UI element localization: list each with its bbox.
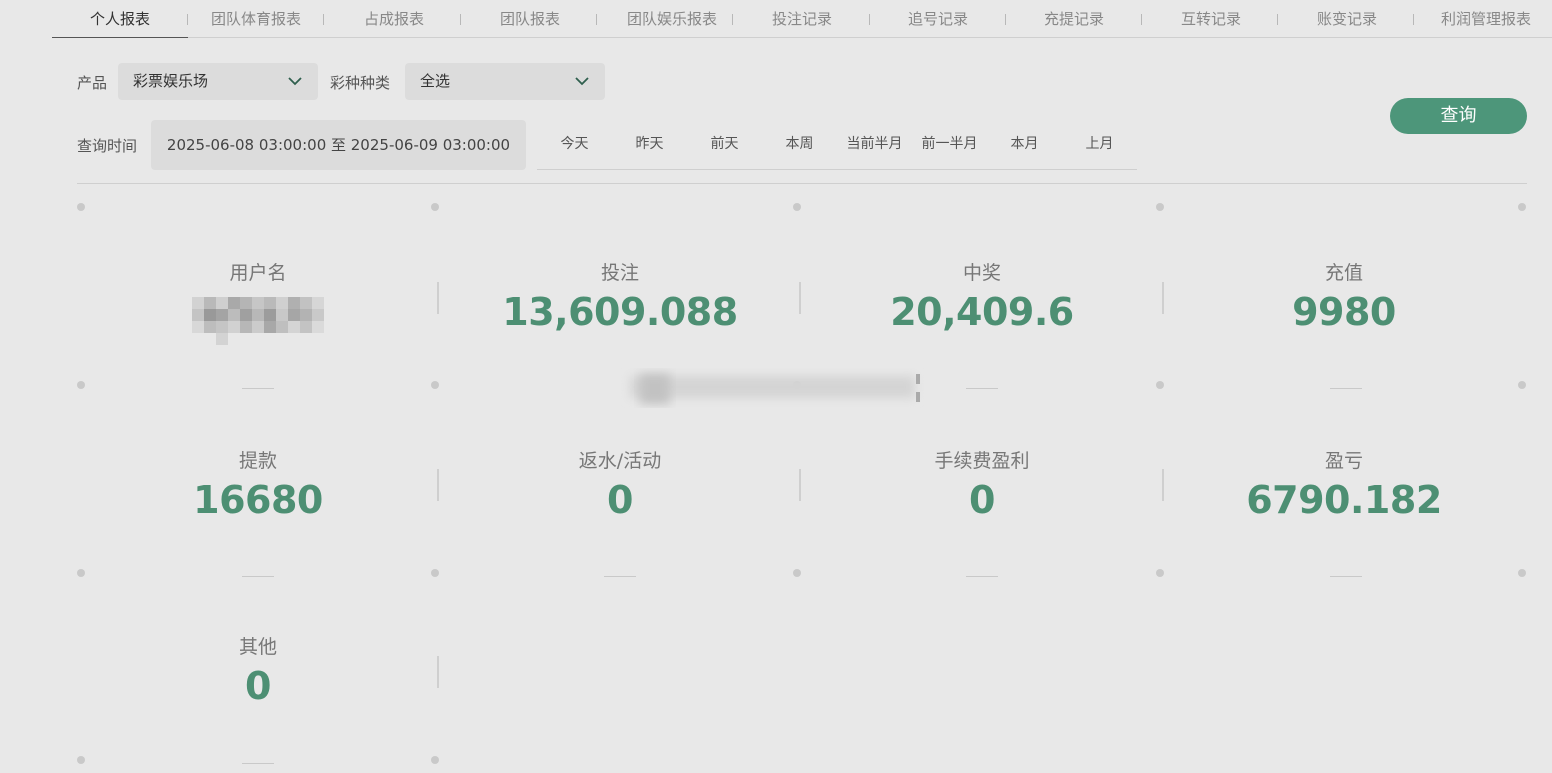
tab-personal-report[interactable]: 个人报表	[52, 0, 188, 38]
username-label: 用户名	[229, 262, 287, 284]
tab-separator	[1277, 14, 1278, 25]
pnl-value: 6790.182	[1246, 478, 1442, 522]
other-value: 0	[245, 664, 271, 708]
pnl-label: 盈亏	[1324, 450, 1363, 472]
lottery-type-select-value: 全选	[420, 72, 451, 90]
quick-range-previous-half-month[interactable]: 前一半月	[912, 120, 987, 169]
lottery-type-label: 彩种种类	[330, 74, 391, 92]
other-label: 其他	[238, 636, 277, 658]
grid-dot	[1518, 381, 1526, 389]
quick-range-this-week[interactable]: 本周	[762, 120, 837, 169]
cell-dash	[966, 388, 998, 389]
deposit-label: 充值	[1324, 262, 1363, 284]
grid-dot	[1518, 203, 1526, 211]
username-redacted	[192, 297, 325, 345]
tab-separator	[1413, 14, 1414, 25]
fee-profit-value: 0	[969, 478, 995, 522]
report-tabs: 个人报表 团队体育报表 占成报表 团队报表 团队娱乐报表 投注记录 追号记录 充…	[52, 0, 1552, 38]
cell-dash	[242, 576, 274, 577]
quick-range-day-before[interactable]: 前天	[687, 120, 762, 169]
cell-dash	[242, 388, 274, 389]
fee-profit-label: 手续费盈利	[934, 450, 1030, 472]
tab-separator	[869, 14, 870, 25]
tab-chase-records[interactable]: 追号记录	[888, 0, 988, 38]
quick-range-today[interactable]: 今天	[537, 120, 612, 169]
quick-range-current-half-month[interactable]: 当前半月	[837, 120, 912, 169]
grid-dot	[1518, 569, 1526, 577]
product-label: 产品	[77, 74, 108, 92]
tab-separator	[1141, 14, 1142, 25]
grid-dot	[431, 756, 439, 764]
lottery-type-select[interactable]: 全选	[405, 63, 605, 100]
quick-range-yesterday[interactable]: 昨天	[612, 120, 687, 169]
tab-bet-records[interactable]: 投注记录	[752, 0, 852, 38]
grid-dot	[431, 381, 439, 389]
quick-range-last-month[interactable]: 上月	[1062, 120, 1137, 169]
chevron-down-icon	[288, 77, 302, 86]
grid-dot	[1156, 203, 1164, 211]
withdraw-label: 提款	[238, 450, 277, 472]
product-select[interactable]: 彩票娱乐场	[118, 63, 318, 100]
grid-dot	[77, 381, 85, 389]
tab-account-change-records[interactable]: 账变记录	[1297, 0, 1397, 38]
grid-dot	[793, 569, 801, 577]
cell-separator	[437, 282, 439, 314]
tab-deposit-withdraw-records[interactable]: 充提记录	[1024, 0, 1124, 38]
bet-label: 投注	[600, 262, 639, 284]
grid-dot	[77, 569, 85, 577]
withdraw-value: 16680	[193, 478, 323, 522]
tab-separator	[460, 14, 461, 25]
rebate-value: 0	[607, 478, 633, 522]
deposit-value: 9980	[1292, 290, 1396, 334]
grid-dot	[77, 203, 85, 211]
grid-dot	[431, 569, 439, 577]
tab-separator	[323, 14, 324, 25]
chevron-down-icon	[575, 77, 589, 86]
cell-dash	[604, 576, 636, 577]
cell-dash	[242, 763, 274, 764]
win-label: 中奖	[962, 262, 1001, 284]
product-select-value: 彩票娱乐场	[133, 72, 209, 90]
grid-dot	[77, 756, 85, 764]
cell-dash	[1330, 388, 1362, 389]
tab-separator	[1005, 14, 1006, 25]
tab-separator	[596, 14, 597, 25]
quick-range-this-month[interactable]: 本月	[987, 120, 1062, 169]
grid-dot	[1156, 381, 1164, 389]
section-divider	[77, 183, 1527, 184]
tab-separator	[732, 14, 733, 25]
tab-transfer-records[interactable]: 互转记录	[1161, 0, 1261, 38]
tab-separator	[187, 14, 188, 25]
query-time-label: 查询时间	[77, 137, 138, 155]
grid-dot	[793, 203, 801, 211]
tab-team-sports-report[interactable]: 团队体育报表	[194, 0, 318, 38]
bet-value: 13,609.088	[502, 290, 738, 334]
date-range-picker[interactable]: 2025-06-08 03:00:00 至 2025-06-09 03:00:0…	[151, 120, 526, 170]
grid-dot	[431, 203, 439, 211]
redacted-smudge	[630, 374, 920, 404]
tab-profit-management-report[interactable]: 利润管理报表	[1430, 0, 1542, 38]
cell-dash	[1330, 576, 1362, 577]
tab-share-report[interactable]: 占成报表	[344, 0, 444, 38]
grid-dot	[1156, 569, 1164, 577]
tab-team-entertainment-report[interactable]: 团队娱乐报表	[610, 0, 734, 38]
rebate-label: 返水/活动	[578, 450, 662, 472]
cell-dash	[966, 576, 998, 577]
win-value: 20,409.6	[890, 290, 1074, 334]
query-button[interactable]: 查询	[1390, 98, 1527, 134]
quick-range-bar: 今天 昨天 前天 本周 当前半月 前一半月 本月 上月	[537, 120, 1137, 170]
tab-team-report[interactable]: 团队报表	[480, 0, 580, 38]
